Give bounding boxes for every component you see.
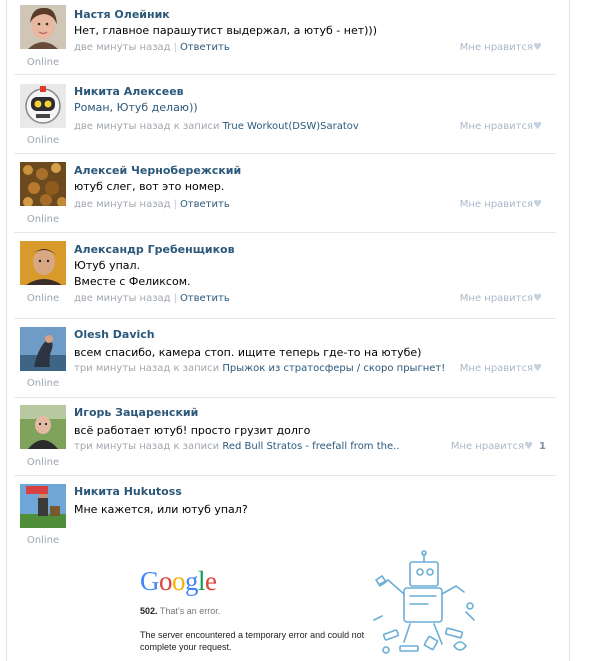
heart-icon: ♥	[524, 441, 534, 452]
online-status: Online	[26, 57, 60, 68]
avatar[interactable]	[20, 241, 66, 285]
comment-time[interactable]: три минуты назад к записи	[74, 441, 219, 452]
comment-meta: две минуты назад | Ответить	[74, 42, 230, 53]
error-message: The server encountered a temporary error…	[140, 630, 365, 652]
author-name[interactable]: Настя Олейник	[74, 8, 556, 21]
like-label: Мне нравится	[459, 42, 534, 53]
logo-letter: l	[198, 566, 206, 596]
logo-letter: G	[140, 566, 160, 596]
comment-time[interactable]: три минуты назад к записи	[74, 363, 219, 374]
heart-icon: ♥	[533, 42, 542, 53]
like-button[interactable]: Мне нравится♥	[460, 199, 542, 211]
comment-item: Online Никита Hukutoss Мне кажется, или …	[14, 475, 556, 546]
heart-icon: ♥	[533, 199, 542, 210]
online-status: Online	[26, 214, 60, 225]
comment-text: Мне кажется, или ютуб упал?	[74, 503, 248, 516]
error-title: That’s an error.	[159, 606, 221, 616]
comment-text: Ютуб упал.	[74, 259, 141, 272]
author-name[interactable]: Никита Алексеев	[74, 85, 556, 98]
broken-robot-icon	[370, 550, 480, 661]
comment-text: ютуб слег, вот это номер.	[74, 180, 225, 193]
like-label: Мне нравится	[459, 199, 534, 210]
author-name[interactable]: Никита Hukutoss	[74, 485, 556, 498]
logo-letter: g	[185, 566, 199, 596]
comment-time[interactable]: две минуты назад к записи	[74, 121, 219, 132]
author-name[interactable]: Игорь Зацаренский	[74, 406, 556, 419]
like-label: Мне нравится	[450, 441, 525, 452]
comment-meta: три минуты назад к записи Прыжок из стра…	[74, 363, 445, 375]
error-number: 502.	[140, 606, 158, 616]
comment-item: Online Алексей Чернобережский ютуб слег,…	[14, 153, 556, 233]
logo-letter: o	[172, 566, 186, 596]
post-link[interactable]: True Workout(DSW)Saratov	[223, 121, 359, 132]
online-status: Online	[26, 135, 60, 146]
avatar[interactable]	[20, 162, 66, 206]
comment-text: всё работает ютуб! просто грузит долго	[74, 424, 311, 437]
comment-item: Online Игорь Зацаренский всё работает ют…	[14, 397, 556, 476]
like-label: Мне нравится	[459, 121, 534, 132]
heart-icon: ♥	[533, 293, 542, 304]
author-name[interactable]: Александр Гребенщиков	[74, 243, 556, 256]
like-button[interactable]: Мне нравится♥	[460, 363, 542, 375]
avatar[interactable]	[20, 405, 66, 449]
like-button[interactable]: Мне нравится♥ 1	[451, 441, 546, 453]
like-button[interactable]: Мне нравится♥	[460, 121, 542, 133]
avatar[interactable]	[20, 327, 66, 371]
reply-link[interactable]: Ответить	[180, 293, 230, 304]
comment-text: Нет, главное парашутист выдержал, а ютуб…	[74, 24, 377, 37]
error-code: 502. That’s an error.	[140, 606, 220, 616]
like-button[interactable]: Мне нравится♥	[460, 293, 542, 305]
comment-meta: две минуты назад | Ответить	[74, 199, 230, 210]
avatar[interactable]	[20, 5, 66, 49]
comment-meta: две минуты назад | Ответить	[74, 293, 230, 304]
avatar[interactable]	[20, 484, 66, 528]
comment-time[interactable]: две минуты назад	[74, 42, 171, 53]
comment-meta: две минуты назад к записи True Workout(D…	[74, 121, 359, 133]
comment-time[interactable]: две минуты назад	[74, 199, 171, 210]
reply-link[interactable]: Ответить	[180, 199, 230, 210]
like-button[interactable]: Мне нравится♥	[460, 42, 542, 54]
comment-item: Online Никита Алексеев Роман, Ютуб делаю…	[14, 74, 556, 154]
online-status: Online	[26, 293, 60, 304]
comment-text: Роман, Ютуб делаю))	[74, 101, 198, 114]
comment-meta: три минуты назад к записи Red Bull Strat…	[74, 441, 400, 453]
comment-item: Online Olesh Davich всем спасибо, камера…	[14, 318, 556, 398]
reply-link[interactable]: Ответить	[180, 42, 230, 53]
avatar[interactable]	[20, 84, 66, 128]
logo-letter: e	[205, 566, 217, 596]
online-status: Online	[26, 535, 60, 546]
heart-icon: ♥	[533, 121, 542, 132]
comment-item: Online Александр Гребенщиков Ютуб упал. …	[14, 232, 556, 319]
like-count: 1	[539, 441, 546, 452]
post-link[interactable]: Прыжок из стратосферы / скоро прыгнет!	[222, 363, 445, 374]
post-link[interactable]: Red Bull Stratos - freefall from the..	[222, 441, 399, 452]
like-label: Мне нравится	[459, 293, 534, 304]
online-status: Online	[26, 457, 60, 468]
comment-time[interactable]: две минуты назад	[74, 293, 171, 304]
comment-text-line: Вместе с Феликсом.	[74, 275, 191, 288]
comment-item: Online Настя Олейник Нет, главное парашу…	[14, 0, 556, 75]
google-logo: Google	[140, 566, 217, 596]
like-label: Мне нравится	[459, 363, 534, 374]
author-name[interactable]: Алексей Чернобережский	[74, 164, 556, 177]
heart-icon: ♥	[533, 363, 542, 374]
comment-text: всем спасибо, камера стоп. ищите теперь …	[74, 346, 422, 359]
online-status: Online	[26, 378, 60, 389]
logo-letter: o	[159, 566, 173, 596]
author-name[interactable]: Olesh Davich	[74, 328, 556, 341]
